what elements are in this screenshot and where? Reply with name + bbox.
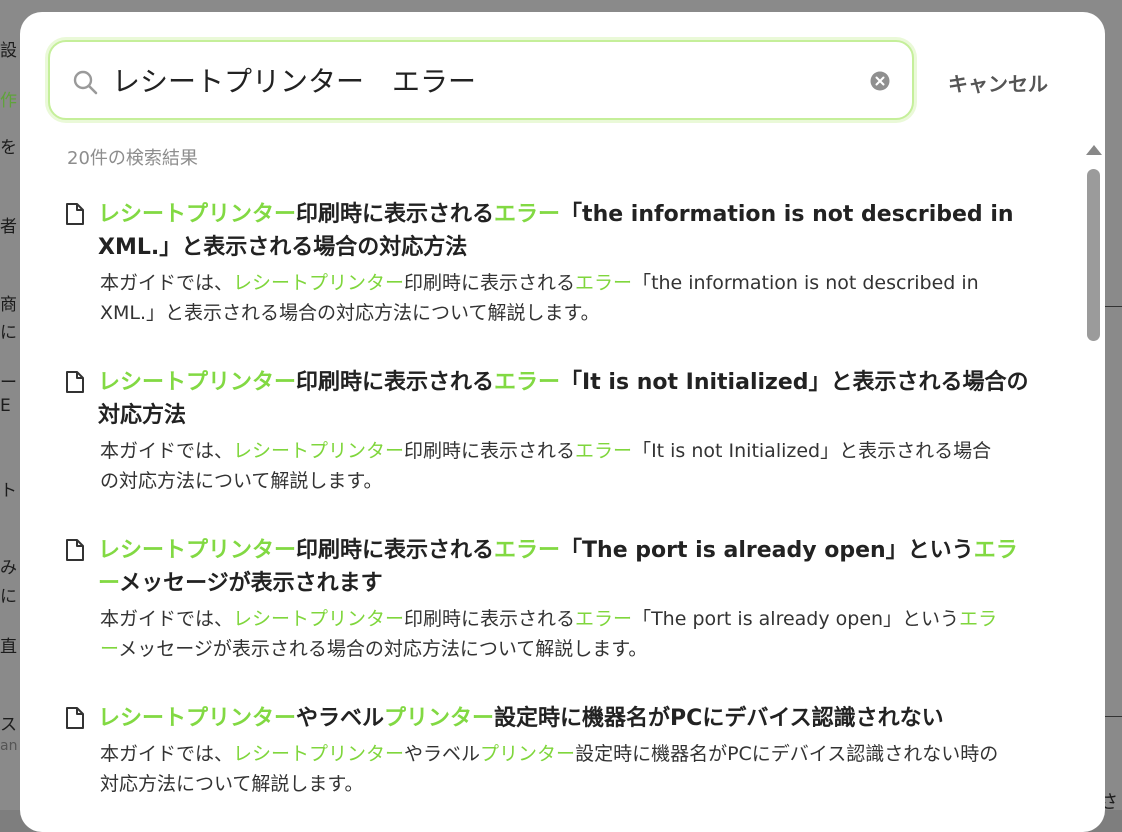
result-snippet: 本ガイドでは、レシートプリンター印刷時に表示されるエラー「The port is… [100,604,1005,664]
background-text: ー [0,373,17,393]
text-segment: 印刷時に表示される [404,272,576,294]
highlight-term: レシートプリンター [233,608,405,630]
highlight-term: エラー [494,202,561,227]
background-text: 商 [0,295,17,315]
search-box[interactable] [48,40,914,120]
text-segment: 「The port is already open」という [560,538,974,563]
highlight-term: レシートプリンター [233,440,405,462]
text-segment: 印刷時に表示される [404,608,576,630]
result-title[interactable]: レシートプリンター印刷時に表示されるエラー「It is not Initiali… [98,366,1033,432]
cancel-button[interactable]: キャンセル [948,68,1048,97]
background-text: ス [0,715,17,735]
document-icon [64,706,86,730]
result-item[interactable]: レシートプリンター印刷時に表示されるエラー「the information is… [64,198,1039,328]
divider [1104,306,1122,307]
text-segment: 本ガイドでは、 [100,440,234,462]
highlight-term: レシートプリンター [98,370,297,395]
background-text: 設 [0,41,17,61]
text-segment: メッセージが表示される場合の対応方法について解説します。 [118,638,648,660]
result-title[interactable]: レシートプリンターやラベルプリンター設定時に機器名がPCにデバイス認識されない [98,702,1033,735]
text-segment: 本ガイドでは、 [100,608,234,630]
result-title[interactable]: レシートプリンター印刷時に表示されるエラー「The port is alread… [98,534,1033,600]
result-snippet: 本ガイドでは、レシートプリンター印刷時に表示されるエラー「It is not I… [100,436,1005,496]
result-count: 20件の検索結果 [67,148,198,169]
background-text: 者 [0,217,17,237]
text-segment: 印刷時に表示される [296,538,495,563]
text-segment: やラベル [404,743,481,765]
highlight-term: エラー [575,608,633,630]
highlight-term: レシートプリンター [233,743,405,765]
search-input[interactable] [112,58,852,102]
highlight-term: プリンター [480,743,576,765]
background-text: に [0,323,17,343]
background-text: E [0,396,11,416]
background-text: み [0,558,17,578]
result-title[interactable]: レシートプリンター印刷時に表示されるエラー「the information is… [98,198,1033,264]
text-segment: 本ガイドでは、 [100,272,234,294]
highlight-term: エラー [494,370,561,395]
background-text: an [0,738,18,754]
background-text: を [0,138,17,158]
highlight-term: レシートプリンター [98,202,297,227]
text-segment: 「The port is already open」という [632,608,960,630]
document-icon [64,202,86,226]
highlight-term: レシートプリンター [98,538,297,563]
text-segment: メッセージが表示されます [119,571,383,596]
search-icon [72,69,98,95]
text-segment: 設定時に機器名がPCにデバイス認識されない [494,706,944,731]
highlight-term: レシートプリンター [233,272,405,294]
scrollbar-thumb[interactable] [1087,169,1100,341]
text-segment: 印刷時に表示される [296,370,495,395]
highlight-term: エラー [494,538,561,563]
result-item[interactable]: レシートプリンター印刷時に表示されるエラー「It is not Initiali… [64,366,1039,496]
highlight-term: エラー [575,272,633,294]
text-segment: やラベル [296,706,385,731]
highlight-term: プリンター [384,706,495,731]
result-snippet: 本ガイドでは、レシートプリンター印刷時に表示されるエラー「the informa… [100,268,1005,328]
text-segment: 印刷時に表示される [296,202,495,227]
highlight-term: レシートプリンター [98,706,297,731]
background-text: に [0,587,17,607]
document-icon [64,370,86,394]
scroll-up-icon[interactable] [1086,145,1102,155]
result-item[interactable]: レシートプリンターやラベルプリンター設定時に機器名がPCにデバイス認識されない … [64,702,1039,812]
background-text: ト [0,481,17,501]
highlight-term: エラー [575,440,633,462]
result-snippet: 本ガイドでは、レシートプリンターやラベルプリンター設定時に機器名がPCにデバイス… [100,739,1005,799]
result-item[interactable]: レシートプリンター印刷時に表示されるエラー「The port is alread… [64,534,1039,664]
document-icon [64,538,86,562]
divider [1104,716,1122,717]
search-modal: キャンセル 20件の検索結果 レシートプリンター印刷時に表示されるエラー「the… [20,12,1105,832]
background-text: 直 [0,637,17,657]
text-segment: 本ガイドでは、 [100,743,234,765]
text-segment: 印刷時に表示される [404,440,576,462]
background-text: 作 [0,91,17,111]
clear-icon[interactable] [870,71,890,91]
